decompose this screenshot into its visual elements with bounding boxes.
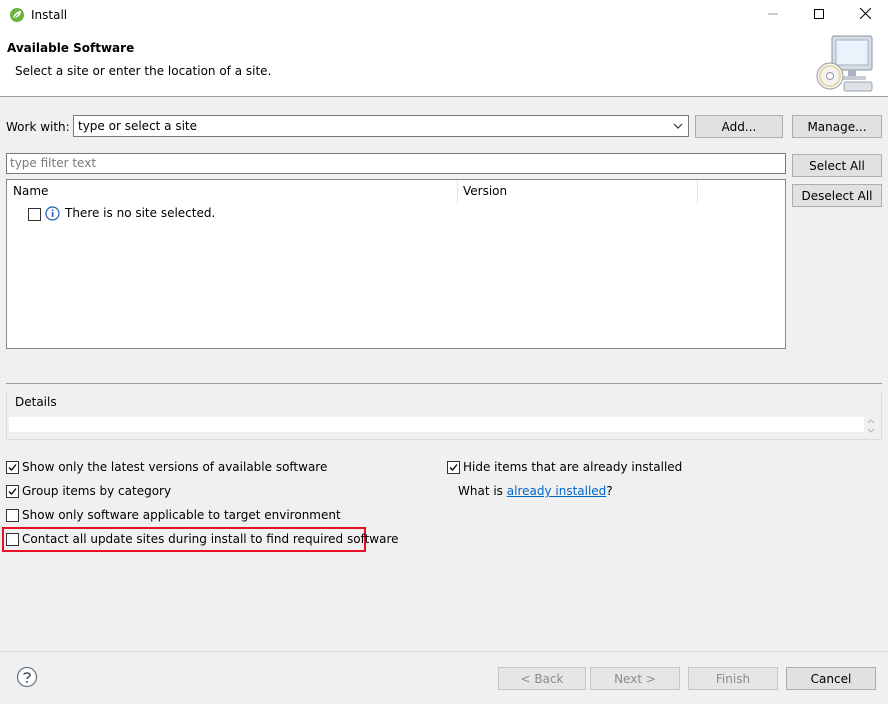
contact-all-label: Contact all update sites during install …	[22, 532, 399, 546]
work-with-value: type or select a site	[78, 119, 198, 133]
window-title: Install	[31, 8, 68, 22]
deselect-all-button[interactable]: Deselect All	[792, 184, 882, 207]
column-header-name[interactable]: Name	[7, 180, 48, 204]
install-cd-monitor-icon	[814, 34, 876, 94]
work-with-label: Work with:	[6, 120, 70, 134]
filter-input[interactable]: type filter text	[6, 153, 786, 174]
cancel-button[interactable]: Cancel	[786, 667, 876, 690]
spring-leaf-icon	[9, 7, 25, 23]
manage-button[interactable]: Manage...	[792, 115, 882, 138]
group-by-category-checkbox[interactable]	[6, 485, 19, 498]
next-button[interactable]: Next >	[590, 667, 680, 690]
page-subtitle: Select a site or enter the location of a…	[15, 64, 272, 78]
hide-installed-checkbox-row[interactable]: Hide items that are already installed	[447, 459, 747, 477]
what-is-suffix: ?	[606, 484, 613, 498]
show-applicable-checkbox-row[interactable]: Show only software applicable to target …	[6, 507, 426, 525]
row-text: There is no site selected.	[65, 206, 216, 220]
maximize-icon	[814, 8, 824, 22]
group-by-category-label: Group items by category	[22, 484, 172, 498]
minimize-button[interactable]	[750, 0, 796, 30]
details-text	[9, 417, 864, 432]
hide-installed-label: Hide items that are already installed	[463, 460, 683, 474]
footer-divider	[0, 651, 888, 652]
info-icon	[45, 206, 60, 221]
work-with-combo[interactable]: type or select a site	[73, 115, 689, 137]
filter-placeholder: type filter text	[10, 156, 97, 170]
help-icon[interactable]	[16, 666, 38, 688]
column-separator	[697, 180, 698, 204]
group-by-category-checkbox-row[interactable]: Group items by category	[6, 483, 306, 501]
already-installed-link[interactable]: already installed	[507, 484, 607, 498]
details-label: Details	[15, 395, 57, 409]
show-applicable-checkbox[interactable]	[6, 509, 19, 522]
show-latest-label: Show only the latest versions of availab…	[22, 460, 328, 474]
maximize-button[interactable]	[796, 0, 842, 30]
details-scrollbar[interactable]	[866, 417, 876, 435]
finish-button[interactable]: Finish	[688, 667, 778, 690]
table-row[interactable]: There is no site selected.	[7, 204, 785, 224]
close-icon	[859, 7, 871, 22]
close-button[interactable]	[842, 0, 888, 30]
contact-all-checkbox-row[interactable]: Contact all update sites during install …	[6, 531, 399, 549]
show-latest-checkbox-row[interactable]: Show only the latest versions of availab…	[6, 459, 446, 477]
header-banner: Available Software Select a site or ente…	[0, 30, 888, 97]
software-table[interactable]: Name Version There is no site selected.	[6, 179, 786, 349]
what-is-prefix: What is	[458, 484, 507, 498]
chevron-down-icon	[672, 119, 684, 133]
contact-all-checkbox[interactable]	[6, 533, 19, 546]
select-all-button[interactable]: Select All	[792, 154, 882, 177]
title-bar: Install	[0, 0, 888, 30]
hide-installed-checkbox[interactable]	[447, 461, 460, 474]
show-latest-checkbox[interactable]	[6, 461, 19, 474]
add-button[interactable]: Add...	[695, 115, 783, 138]
divider	[6, 383, 882, 384]
back-button[interactable]: < Back	[498, 667, 586, 690]
show-applicable-label: Show only software applicable to target …	[22, 508, 341, 522]
page-title: Available Software	[7, 41, 135, 55]
row-checkbox[interactable]	[28, 208, 41, 221]
column-header-version[interactable]: Version	[457, 180, 507, 204]
minimize-icon	[768, 8, 778, 22]
what-is-installed-text: What is already installed?	[458, 484, 613, 498]
